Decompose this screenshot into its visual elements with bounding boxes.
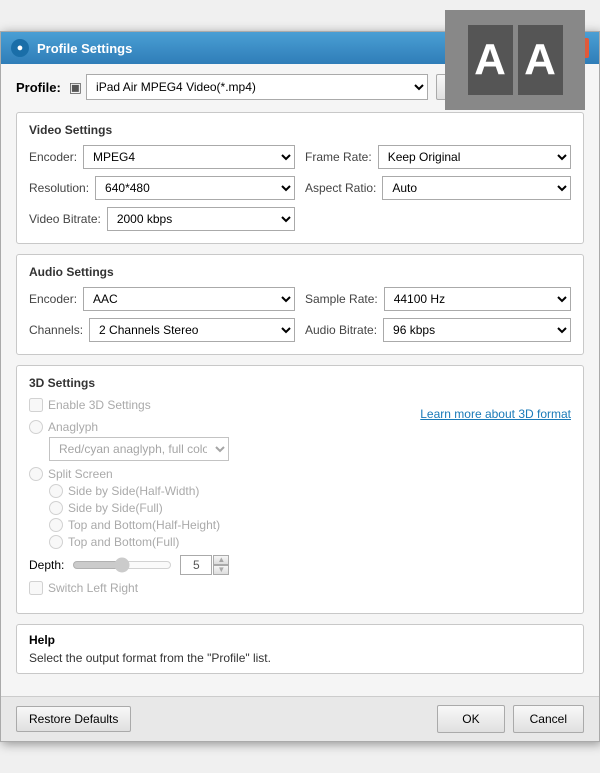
channels-row: Channels: 2 Channels Stereo 1 Channel Mo… [29, 318, 295, 342]
help-title: Help [29, 633, 571, 647]
cancel-button[interactable]: Cancel [513, 705, 584, 733]
video-settings-grid: Encoder: MPEG4 H.264 H.265 Frame Rate: K… [29, 145, 571, 231]
frame-rate-select[interactable]: Keep Original 30 25 [378, 145, 571, 169]
depth-spin-buttons: ▲ ▼ [213, 555, 229, 575]
anaglyph-radio-row: Anaglyph [29, 420, 408, 434]
profile-select[interactable]: iPad Air MPEG4 Video(*.mp4) [86, 74, 428, 100]
aspect-ratio-label: Aspect Ratio: [305, 181, 376, 195]
anaglyph-radio[interactable] [29, 420, 43, 434]
side-half-row: Side by Side(Half-Width) [49, 484, 408, 498]
restore-defaults-button[interactable]: Restore Defaults [16, 706, 131, 732]
preview-letter-2: A [518, 25, 563, 95]
video-encoder-select[interactable]: MPEG4 H.264 H.265 [83, 145, 295, 169]
footer: Restore Defaults OK Cancel [1, 696, 599, 741]
depth-spin-up[interactable]: ▲ [213, 555, 229, 565]
frame-rate-label: Frame Rate: [305, 150, 372, 164]
video-encoder-row: Encoder: MPEG4 H.264 H.265 [29, 145, 295, 169]
anaglyph-label: Anaglyph [48, 420, 98, 434]
depth-spinbox: ▲ ▼ [180, 555, 229, 575]
enable-3d-row: Enable 3D Settings [29, 398, 408, 412]
side-half-radio[interactable] [49, 484, 63, 498]
side-full-label: Side by Side(Full) [68, 501, 163, 515]
top-bottom-full-label: Top and Bottom(Full) [68, 535, 179, 549]
dialog-title: Profile Settings [37, 41, 132, 56]
profile-select-wrap: ▣ iPad Air MPEG4 Video(*.mp4) [69, 74, 428, 100]
top-bottom-half-row: Top and Bottom(Half-Height) [49, 518, 408, 532]
top-bottom-full-row: Top and Bottom(Full) [49, 535, 408, 549]
video-encoder-label: Encoder: [29, 150, 77, 164]
preview-letters: A A [468, 25, 563, 95]
learn-more-link[interactable]: Learn more about 3D format [420, 407, 571, 421]
video-settings-title: Video Settings [29, 123, 571, 137]
switch-left-right-checkbox[interactable] [29, 581, 43, 595]
side-half-label: Side by Side(Half-Width) [68, 484, 199, 498]
video-bitrate-select[interactable]: 2000 kbps 1000 kbps 500 kbps [107, 207, 295, 231]
anaglyph-dropdown-wrap: Red/cyan anaglyph, full color [49, 437, 408, 461]
top-bottom-half-radio[interactable] [49, 518, 63, 532]
switch-left-right-row: Switch Left Right [29, 581, 408, 595]
depth-value-input[interactable] [180, 555, 212, 575]
sample-rate-select[interactable]: 44100 Hz 22050 Hz 48000 Hz [384, 287, 571, 311]
video-settings-section: Video Settings Encoder: MPEG4 H.264 H.26… [16, 112, 584, 244]
help-section: Help Select the output format from the "… [16, 624, 584, 674]
top-bottom-full-radio[interactable] [49, 535, 63, 549]
learn-more-area: Learn more about 3D format [420, 406, 571, 421]
audio-encoder-select[interactable]: AAC MP3 AC3 [83, 287, 295, 311]
split-screen-group: Split Screen Side by Side(Half-Width) Si… [29, 467, 408, 549]
switch-left-right-label: Switch Left Right [48, 581, 138, 595]
audio-bitrate-row: Audio Bitrate: 96 kbps 128 kbps 192 kbps [305, 318, 571, 342]
audio-settings-title: Audio Settings [29, 265, 571, 279]
audio-bitrate-label: Audio Bitrate: [305, 323, 377, 337]
split-screen-radio-row: Split Screen [29, 467, 408, 481]
anaglyph-dropdown[interactable]: Red/cyan anaglyph, full color [49, 437, 229, 461]
preview-letter-1: A [468, 25, 513, 95]
resolution-label: Resolution: [29, 181, 89, 195]
depth-label: Depth: [29, 558, 64, 572]
resolution-row: Resolution: 640*480 1280*720 1920*1080 [29, 176, 295, 200]
anaglyph-group: Anaglyph Red/cyan anaglyph, full color [29, 420, 408, 461]
top-bottom-half-label: Top and Bottom(Half-Height) [68, 518, 220, 532]
audio-encoder-label: Encoder: [29, 292, 77, 306]
ok-button[interactable]: OK [437, 705, 504, 733]
depth-spin-down[interactable]: ▼ [213, 565, 229, 575]
enable-3d-label: Enable 3D Settings [48, 398, 151, 412]
split-screen-radio[interactable] [29, 467, 43, 481]
channels-select[interactable]: 2 Channels Stereo 1 Channel Mono [89, 318, 295, 342]
channels-label: Channels: [29, 323, 83, 337]
sample-rate-row: Sample Rate: 44100 Hz 22050 Hz 48000 Hz [305, 287, 571, 311]
app-icon: ● [11, 39, 29, 57]
profile-icon: ▣ [69, 79, 82, 96]
settings-3d-body: Enable 3D Settings Anaglyph Red/cyan ana… [29, 398, 571, 603]
aspect-ratio-row: Aspect Ratio: Auto 16:9 4:3 [305, 176, 571, 200]
audio-bitrate-select[interactable]: 96 kbps 128 kbps 192 kbps [383, 318, 571, 342]
profile-label: Profile: [16, 80, 61, 95]
footer-right: OK Cancel [437, 705, 584, 733]
dialog-content: Profile: ▣ iPad Air MPEG4 Video(*.mp4) S… [1, 64, 599, 696]
frame-rate-row: Frame Rate: Keep Original 30 25 [305, 145, 571, 169]
3d-preview-box: A A [445, 10, 585, 110]
aspect-ratio-select[interactable]: Auto 16:9 4:3 [382, 176, 571, 200]
video-bitrate-row: Video Bitrate: 2000 kbps 1000 kbps 500 k… [29, 207, 295, 231]
split-screen-label: Split Screen [48, 467, 113, 481]
audio-settings-grid: Encoder: AAC MP3 AC3 Sample Rate: 44100 … [29, 287, 571, 342]
settings-3d-title: 3D Settings [29, 376, 571, 390]
preview-area: A A Learn more about 3D format [420, 398, 571, 603]
help-text: Select the output format from the "Profi… [29, 651, 571, 665]
depth-row: Depth: ▲ ▼ [29, 555, 408, 575]
video-bitrate-label: Video Bitrate: [29, 212, 101, 226]
profile-settings-dialog: ● Profile Settings ✕ Profile: ▣ iPad Air… [0, 31, 600, 742]
settings-3d-controls: Enable 3D Settings Anaglyph Red/cyan ana… [29, 398, 408, 603]
enable-3d-checkbox[interactable] [29, 398, 43, 412]
side-full-row: Side by Side(Full) [49, 501, 408, 515]
depth-slider[interactable] [72, 556, 172, 574]
audio-encoder-row: Encoder: AAC MP3 AC3 [29, 287, 295, 311]
settings-3d-section: 3D Settings Enable 3D Settings Anaglyph [16, 365, 584, 614]
side-full-radio[interactable] [49, 501, 63, 515]
resolution-select[interactable]: 640*480 1280*720 1920*1080 [95, 176, 295, 200]
audio-settings-section: Audio Settings Encoder: AAC MP3 AC3 Samp… [16, 254, 584, 355]
sample-rate-label: Sample Rate: [305, 292, 378, 306]
title-bar-left: ● Profile Settings [11, 39, 132, 57]
